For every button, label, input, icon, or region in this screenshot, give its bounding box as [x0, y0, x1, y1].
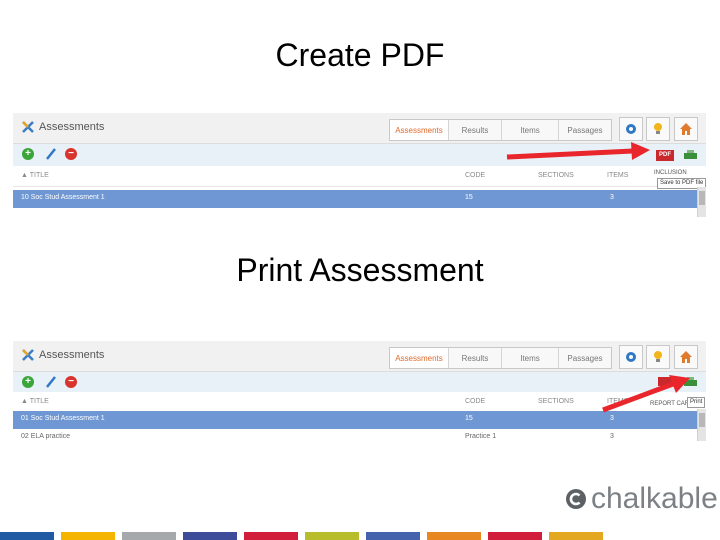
- footer-segment: [0, 532, 54, 540]
- tips-button[interactable]: [646, 345, 670, 369]
- screenshot-create-pdf: Assessments Assessments Results Items Pa…: [13, 113, 706, 217]
- app-header: Assessments Assessments Results Items Pa…: [13, 113, 706, 144]
- chalkable-logo: chalkable: [563, 482, 718, 518]
- settings-button[interactable]: [619, 117, 643, 141]
- lightbulb-icon: [654, 351, 662, 362]
- create-pdf-title: Create PDF: [275, 37, 445, 73]
- tab-items[interactable]: Items: [502, 348, 559, 368]
- screenshot-print: Assessments Assessments Results Items Pa…: [13, 341, 706, 441]
- table-row[interactable]: 10 Soc Stud Assessment 1 15 3: [13, 190, 697, 208]
- add-button[interactable]: +: [22, 148, 34, 160]
- scrollbar[interactable]: [697, 187, 706, 217]
- tab-items[interactable]: Items: [502, 120, 559, 140]
- row-items: 3: [610, 194, 614, 201]
- column-code[interactable]: CODE: [465, 398, 485, 405]
- tab-results[interactable]: Results: [449, 120, 502, 140]
- home-button[interactable]: [674, 345, 698, 369]
- assessments-logo-icon: [22, 349, 34, 361]
- edit-pencil-icon[interactable]: [45, 147, 57, 161]
- footer-segment: [427, 532, 481, 540]
- home-button[interactable]: [674, 117, 698, 141]
- chalkable-c-icon: [566, 489, 586, 509]
- footer-segment: [488, 532, 542, 540]
- column-sections[interactable]: SECTIONS: [538, 398, 574, 405]
- print-assessment-title: Print Assessment: [236, 252, 484, 288]
- scrollbar[interactable]: [697, 409, 706, 441]
- lightbulb-icon: [654, 123, 662, 134]
- inclusion-label: INCLUSION: [654, 170, 687, 176]
- footer-segment: [549, 532, 603, 540]
- brand-name: chalkable: [591, 482, 718, 515]
- row-code: 15: [465, 194, 473, 201]
- actions-toolbar: + − PDF: [13, 144, 706, 166]
- row-title: 10 Soc Stud Assessment 1: [21, 194, 105, 201]
- row-title: 01 Soc Stud Assessment 1: [21, 415, 105, 422]
- actions-toolbar: + −: [13, 372, 706, 392]
- main-tabs: Assessments Results Items Passages: [389, 347, 612, 369]
- grid-header: ▲ TITLE CODE SECTIONS ITEMS REPORT CARD …: [13, 392, 706, 412]
- home-icon: [680, 351, 692, 363]
- footer-segment: [305, 532, 359, 540]
- footer-segment: [61, 532, 115, 540]
- column-items[interactable]: ITEMS: [607, 398, 628, 405]
- column-title[interactable]: ▲ TITLE: [21, 398, 49, 405]
- row-code: 15: [465, 415, 473, 422]
- footer-segment: [366, 532, 420, 540]
- gear-icon: [626, 352, 636, 362]
- pdf-export-button[interactable]: [658, 377, 672, 386]
- table-row[interactable]: 02 ELA practice Practice 1 3: [13, 429, 697, 441]
- table-row[interactable]: 01 Soc Stud Assessment 1 15 3: [13, 411, 697, 429]
- delete-button[interactable]: −: [65, 376, 77, 388]
- scrollbar-thumb[interactable]: [699, 413, 705, 427]
- footer-color-strip: [0, 532, 720, 540]
- footer-segment: [122, 532, 176, 540]
- assessments-logo-icon: [22, 121, 34, 133]
- footer-segment: [244, 532, 298, 540]
- row-items: 3: [610, 415, 614, 422]
- column-code[interactable]: CODE: [465, 172, 485, 179]
- tab-passages[interactable]: Passages: [559, 120, 611, 140]
- print-tooltip: Print: [687, 397, 706, 408]
- column-title[interactable]: ▲ TITLE: [21, 172, 49, 179]
- edit-pencil-icon[interactable]: [45, 375, 57, 389]
- gear-icon: [626, 124, 636, 134]
- delete-button[interactable]: −: [65, 148, 77, 160]
- footer-segment: [183, 532, 237, 540]
- column-items[interactable]: ITEMS: [607, 172, 628, 179]
- app-title: Assessments: [39, 121, 105, 133]
- main-tabs: Assessments Results Items Passages: [389, 119, 612, 141]
- home-icon: [680, 123, 692, 135]
- row-code: Practice 1: [465, 433, 497, 440]
- tips-button[interactable]: [646, 117, 670, 141]
- app-title: Assessments: [39, 349, 105, 361]
- print-icon[interactable]: [684, 150, 697, 161]
- pdf-export-button[interactable]: PDF: [656, 150, 674, 161]
- column-sections[interactable]: SECTIONS: [538, 172, 574, 179]
- grid-header: ▲ TITLE CODE SECTIONS ITEMS INCLUSION Sa…: [13, 166, 706, 189]
- print-icon[interactable]: [684, 377, 697, 388]
- app-header: Assessments Assessments Results Items Pa…: [13, 341, 706, 372]
- tab-passages[interactable]: Passages: [559, 348, 611, 368]
- row-title: 02 ELA practice: [21, 433, 71, 440]
- tab-assessments[interactable]: Assessments: [390, 348, 449, 368]
- tab-results[interactable]: Results: [449, 348, 502, 368]
- tab-assessments[interactable]: Assessments: [390, 120, 449, 140]
- row-items: 3: [610, 433, 614, 440]
- scrollbar-thumb[interactable]: [699, 191, 705, 205]
- add-button[interactable]: +: [22, 376, 34, 388]
- settings-button[interactable]: [619, 345, 643, 369]
